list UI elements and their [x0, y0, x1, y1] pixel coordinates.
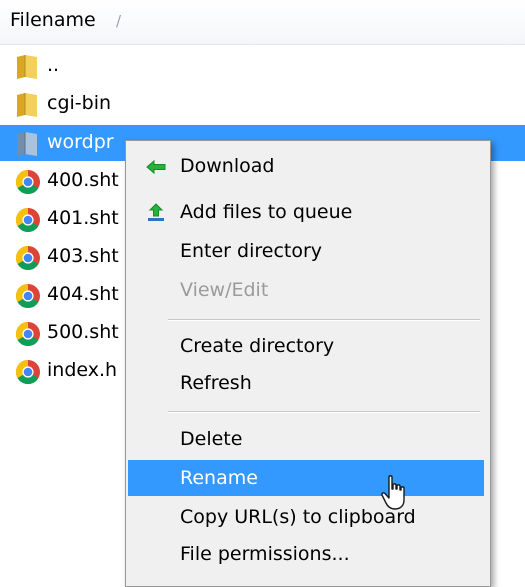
menu-item-label: File permissions...	[180, 543, 350, 565]
download-arrow-icon	[146, 159, 166, 175]
menu-item-copy-url[interactable]: Copy URL(s) to clipboard	[128, 499, 484, 535]
context-menu: Download Add files to queue Enter direct…	[125, 140, 491, 587]
chrome-file-icon	[15, 246, 40, 271]
chrome-file-icon	[15, 170, 40, 195]
file-name: 400.sht	[47, 169, 119, 191]
menu-separator	[168, 411, 480, 413]
file-name: cgi-bin	[47, 92, 112, 114]
menu-item-label: Delete	[180, 428, 243, 450]
file-name: 404.sht	[47, 283, 119, 305]
menu-item-label: View/Edit	[180, 279, 269, 301]
menu-item-add-to-queue[interactable]: Add files to queue	[128, 194, 484, 230]
menu-item-file-permissions[interactable]: File permissions...	[128, 536, 484, 572]
menu-item-delete[interactable]: Delete	[128, 421, 484, 457]
file-name: 401.sht	[47, 207, 119, 229]
add-to-queue-icon	[148, 203, 164, 221]
file-name: 500.sht	[47, 321, 119, 343]
file-name: wordpr	[47, 131, 114, 153]
menu-item-label: Refresh	[180, 372, 252, 394]
folder-icon	[17, 55, 37, 79]
hand-pointer-cursor-icon	[381, 475, 405, 510]
menu-item-rename[interactable]: Rename	[128, 460, 484, 496]
menu-item-enter-directory[interactable]: Enter directory	[128, 233, 484, 269]
file-name: index.h	[47, 359, 118, 381]
menu-item-create-directory[interactable]: Create directory	[128, 328, 484, 364]
menu-item-view-edit: View/Edit	[128, 272, 484, 308]
menu-separator	[168, 319, 480, 321]
menu-item-label: Download	[180, 155, 275, 177]
menu-item-label: Rename	[180, 467, 258, 489]
folder-icon	[17, 93, 37, 117]
file-row-parent-dir[interactable]: ..	[0, 48, 525, 86]
chrome-file-icon	[15, 360, 40, 385]
menu-item-refresh[interactable]: Refresh	[128, 365, 484, 401]
chrome-file-icon	[15, 208, 40, 233]
folder-icon	[17, 132, 37, 156]
filename-column-header[interactable]: Filename /	[0, 0, 525, 45]
chrome-file-icon	[15, 322, 40, 347]
menu-item-label: Add files to queue	[180, 201, 353, 223]
file-name: ..	[47, 54, 60, 76]
chrome-file-icon	[15, 284, 40, 309]
menu-item-download[interactable]: Download	[128, 148, 484, 184]
menu-item-label: Create directory	[180, 335, 335, 357]
file-row-cgi-bin[interactable]: cgi-bin	[0, 86, 525, 124]
file-name: 403.sht	[47, 245, 119, 267]
sort-indicator-icon: /	[116, 12, 122, 30]
menu-item-label: Enter directory	[180, 240, 323, 262]
filename-column-label: Filename	[10, 9, 96, 31]
